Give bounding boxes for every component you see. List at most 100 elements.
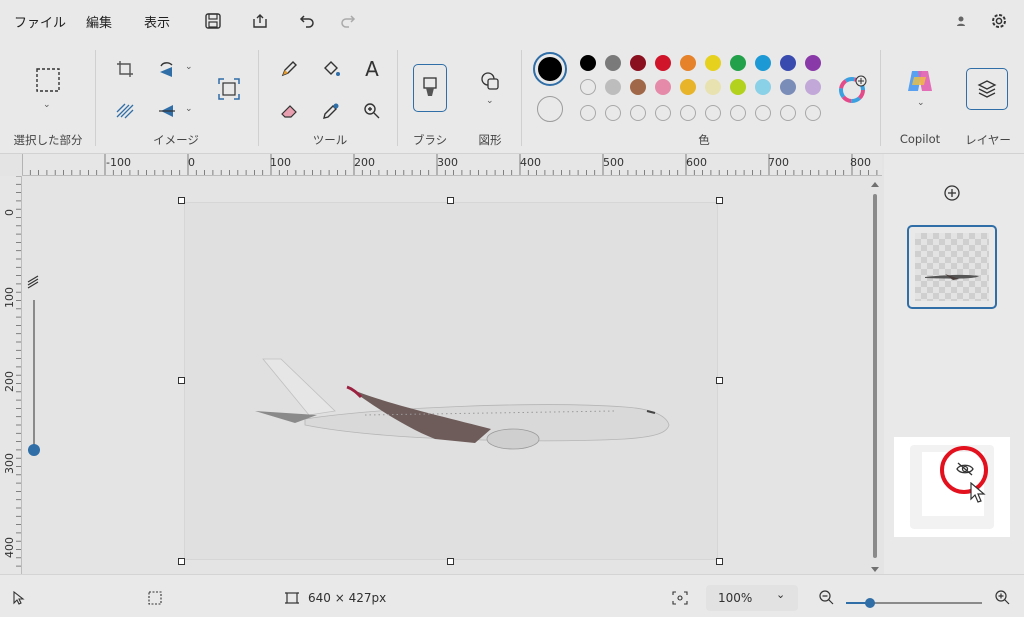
color-swatch[interactable] [755, 55, 771, 71]
color-swatch[interactable] [805, 79, 821, 95]
rotate-chevron-icon[interactable]: ⌄ [185, 62, 193, 72]
canvas-size-icon [285, 590, 299, 604]
empty-color-swatch[interactable] [755, 105, 771, 121]
empty-color-swatch[interactable] [780, 105, 796, 121]
brush-button[interactable] [413, 64, 447, 112]
color-swatch[interactable] [680, 55, 696, 71]
zoom-in-icon[interactable] [994, 589, 1010, 605]
copilot-icon[interactable] [905, 66, 935, 96]
empty-color-swatch[interactable] [580, 105, 596, 121]
crop-icon[interactable] [112, 56, 138, 82]
ruler-label: 100 [3, 287, 16, 308]
color-swatch[interactable] [655, 79, 671, 95]
ruler-label: 400 [520, 156, 541, 169]
resize-handle[interactable] [178, 377, 185, 384]
color-swatch[interactable] [755, 79, 771, 95]
color-swatch[interactable] [630, 55, 646, 71]
empty-color-swatch[interactable] [705, 105, 721, 121]
layer-thumbnail-airplane[interactable] [907, 225, 997, 309]
resize-handle[interactable] [447, 558, 454, 565]
ruler-label: 300 [437, 156, 458, 169]
ruler-label: 500 [603, 156, 624, 169]
color-swatch[interactable] [680, 79, 696, 95]
color-swatch[interactable] [730, 79, 746, 95]
edit-colors-icon[interactable] [838, 74, 868, 104]
resize-handle[interactable] [716, 558, 723, 565]
resize-handle[interactable] [716, 377, 723, 384]
empty-color-swatch[interactable] [580, 79, 596, 95]
ruler-label: 200 [354, 156, 375, 169]
color-swatch[interactable] [805, 55, 821, 71]
color-swatch[interactable] [580, 55, 596, 71]
eraser-icon[interactable] [276, 98, 302, 124]
copilot-chevron-icon[interactable]: ⌄ [917, 98, 925, 108]
resize-icon[interactable] [112, 98, 138, 124]
title-bar: ファイル 編集 表示 [0, 0, 1024, 42]
menu-edit[interactable]: 編集 [86, 12, 112, 31]
empty-color-swatch[interactable] [730, 105, 746, 121]
empty-color-swatch[interactable] [630, 105, 646, 121]
select-rectangle-icon[interactable] [34, 66, 62, 94]
shapes-chevron-icon[interactable]: ⌄ [486, 96, 494, 106]
group-label-layers: レイヤー [965, 133, 1011, 147]
color-swatch[interactable] [780, 79, 796, 95]
text-tool-icon[interactable]: A [359, 56, 385, 82]
image-select-icon[interactable] [216, 76, 242, 102]
primary-color-ring[interactable] [533, 52, 567, 86]
ruler-label: 400 [3, 537, 16, 558]
magnifier-icon[interactable] [359, 98, 385, 124]
resize-handle[interactable] [178, 197, 185, 204]
empty-color-swatch[interactable] [805, 105, 821, 121]
selection-chevron-icon[interactable]: ⌄ [43, 100, 51, 110]
ruler-label: -100 [106, 156, 131, 169]
save-icon[interactable] [202, 10, 224, 32]
empty-color-swatch[interactable] [680, 105, 696, 121]
empty-color-swatch[interactable] [605, 105, 621, 121]
redo-icon[interactable] [337, 10, 359, 32]
menu-view[interactable]: 表示 [144, 12, 170, 31]
share-icon[interactable] [249, 10, 271, 32]
color-swatch[interactable] [730, 55, 746, 71]
divider [258, 50, 259, 146]
brush-size-slider[interactable] [24, 272, 44, 472]
ruler-label: 600 [686, 156, 707, 169]
color-swatch[interactable] [705, 79, 721, 95]
color-swatch[interactable] [705, 55, 721, 71]
flip-icon[interactable] [154, 98, 180, 124]
resize-handle[interactable] [447, 197, 454, 204]
color-swatch[interactable] [605, 55, 621, 71]
color-swatch[interactable] [655, 55, 671, 71]
rotate-icon[interactable] [154, 56, 180, 82]
secondary-color-swatch[interactable] [537, 96, 563, 122]
group-label-selection: 選択した部分 [13, 133, 83, 147]
zoom-out-icon[interactable] [818, 589, 834, 605]
zoom-slider[interactable] [846, 593, 986, 608]
divider [880, 50, 881, 146]
color-picker-icon[interactable] [318, 98, 344, 124]
resize-handle[interactable] [178, 558, 185, 565]
ruler-label: 0 [188, 156, 195, 169]
ruler-label: 300 [3, 453, 16, 474]
fit-to-window-icon[interactable] [672, 590, 688, 605]
add-layer-icon[interactable] [943, 184, 961, 202]
zoom-dropdown[interactable]: 100% ⌄ [706, 585, 798, 611]
account-icon[interactable] [950, 10, 972, 32]
color-swatch[interactable] [630, 79, 646, 95]
shapes-icon[interactable] [477, 68, 503, 94]
vertical-scrollbar[interactable] [871, 182, 879, 572]
pencil-icon[interactable] [276, 56, 302, 82]
fill-icon[interactable] [318, 56, 344, 82]
flip-chevron-icon[interactable]: ⌄ [185, 104, 193, 114]
menu-file[interactable]: ファイル [14, 12, 66, 31]
color-swatch[interactable] [605, 79, 621, 95]
zoom-chevron-icon: ⌄ [776, 588, 786, 601]
canvas-image[interactable] [184, 202, 718, 560]
resize-handle[interactable] [716, 197, 723, 204]
settings-icon[interactable] [988, 10, 1010, 32]
layers-button[interactable] [966, 68, 1008, 110]
color-swatch[interactable] [780, 55, 796, 71]
empty-color-swatch[interactable] [655, 105, 671, 121]
undo-icon[interactable] [296, 10, 318, 32]
ruler-label: 100 [270, 156, 291, 169]
pointer-icon[interactable] [12, 590, 26, 605]
